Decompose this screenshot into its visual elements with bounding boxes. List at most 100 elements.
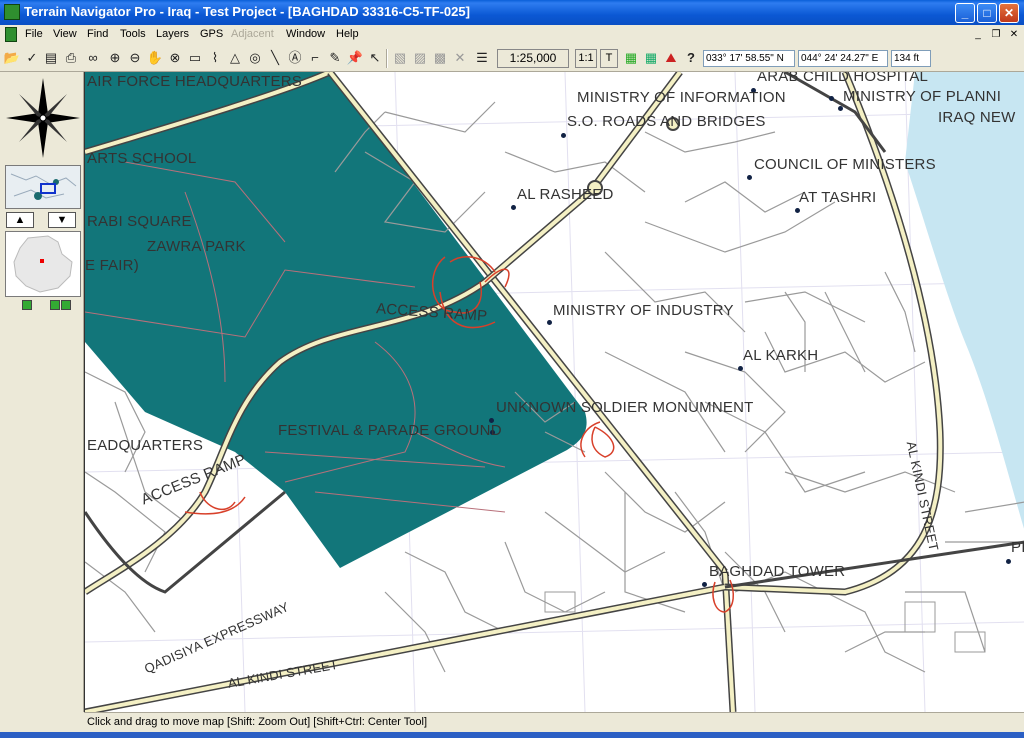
zoom-out-icon[interactable]: ⊖ — [126, 49, 144, 67]
text-button[interactable]: T — [600, 49, 618, 68]
app-window: Terrain Navigator Pro - Iraq - Test Proj… — [0, 0, 1024, 738]
terrain-shade-icon[interactable]: ▦ — [642, 49, 660, 67]
map-label-air-force-hq[interactable]: AIR FORCE HEADQUARTERS — [87, 73, 302, 90]
latitude-field: 033° 17' 58.55" N — [703, 50, 795, 67]
layer-icon: ▨ — [413, 50, 427, 65]
maximize-button[interactable]: □ — [977, 3, 997, 23]
status-text: Click and drag to move map [Shift: Zoom … — [87, 716, 428, 728]
map-label-pi[interactable]: PI — [1011, 539, 1024, 556]
map-label-council-of-ministers[interactable]: COUNCIL OF MINISTERS — [754, 156, 936, 173]
mdi-close-button[interactable]: ✕ — [1006, 28, 1022, 42]
menu-help[interactable]: Help — [336, 28, 359, 40]
poi-marker[interactable] — [547, 320, 552, 325]
ratio-button[interactable]: 1:1 — [575, 49, 597, 68]
map-label-al-rasheed[interactable]: AL RASHEED — [517, 186, 613, 203]
close-button[interactable]: ✕ — [999, 3, 1019, 23]
triangle-icon[interactable]: △ — [226, 49, 244, 67]
map-label-iraq-new[interactable]: IRAQ NEW — [938, 109, 1015, 126]
route-icon: ▧ — [393, 50, 407, 65]
poi-marker[interactable] — [738, 366, 743, 371]
binoculars-icon[interactable]: ∞ — [84, 49, 102, 67]
app-icon — [4, 4, 20, 20]
map-label-al-karkh[interactable]: AL KARKH — [743, 347, 818, 364]
open-folder-icon[interactable]: 📂 — [3, 49, 21, 67]
scroll-up-button[interactable]: ▲ — [6, 212, 34, 228]
zoom-in-icon[interactable]: ⊕ — [106, 49, 124, 67]
poi-marker[interactable] — [795, 208, 800, 213]
lines-icon[interactable]: ☰ — [473, 49, 491, 67]
maptech-logo-icon[interactable]: ⛰ — [662, 49, 680, 67]
split-view-button-2[interactable] — [61, 300, 71, 310]
building-outlines — [544, 591, 986, 653]
map-label-at-tashri[interactable]: AT TASHRI — [799, 189, 876, 206]
profile-icon[interactable]: ⌇ — [206, 49, 224, 67]
poi-marker[interactable] — [829, 96, 834, 101]
map-label-festival-parade[interactable]: FESTIVAL & PARADE GROUND — [278, 422, 502, 439]
print-preview-icon[interactable]: ▤ — [42, 49, 60, 67]
navigation-panel: ▲ ▼ — [0, 72, 84, 712]
taskbar-edge — [0, 732, 1024, 738]
delete-icon: ✕ — [454, 50, 466, 65]
check-icon[interactable]: ✓ — [23, 49, 41, 67]
poi-marker[interactable] — [747, 175, 752, 180]
menu-layers[interactable]: Layers — [156, 28, 189, 40]
scale-display[interactable]: 1:25,000 — [497, 49, 569, 68]
map-view[interactable]: AIR FORCE HEADQUARTERS ARTS SCHOOL RABI … — [84, 72, 1024, 712]
map-label-roads-and-bridges[interactable]: S.O. ROADS AND BRIDGES — [567, 113, 766, 130]
map-label-unknown-soldier[interactable]: UNKNOWN SOLDIER MONUMNENT — [496, 399, 754, 416]
layer-toggle-button[interactable] — [22, 300, 32, 310]
arrow-select-icon[interactable]: ↖ — [366, 49, 384, 67]
map-label-arts-school[interactable]: ARTS SCHOOL — [87, 150, 196, 167]
measure-icon[interactable]: ⌐ — [306, 49, 324, 67]
map-label-fair[interactable]: E FAIR) — [85, 257, 139, 274]
map-label-headquarters[interactable]: EADQUARTERS — [87, 437, 203, 454]
status-bar: Click and drag to move map [Shift: Zoom … — [84, 712, 1024, 732]
scroll-down-button[interactable]: ▼ — [48, 212, 76, 228]
menu-find[interactable]: Find — [87, 28, 108, 40]
menu-adjacent: Adjacent — [231, 28, 274, 40]
toolbar: 📂 ✓ ▤ ⎙ ∞ ⊕ ⊖ ✋ ⊗ ▭ ⌇ △ ◎ ╲ Ⓐ ⌐ ✎ 📌 ↖ ▧ … — [0, 45, 1024, 72]
text-tool-icon[interactable]: Ⓐ — [286, 49, 304, 67]
menu-view[interactable]: View — [53, 28, 77, 40]
target-icon[interactable]: ◎ — [246, 49, 264, 67]
print-icon[interactable]: ⎙ — [62, 49, 80, 67]
terrain-icon: ▩ — [433, 50, 447, 65]
mdi-restore-button[interactable]: ❐ — [988, 28, 1004, 42]
poi-marker[interactable] — [511, 205, 516, 210]
map-label-zawra-park[interactable]: ZAWRA PARK — [147, 238, 246, 255]
pencil-icon[interactable]: ✎ — [326, 49, 344, 67]
menu-window[interactable]: Window — [286, 28, 325, 40]
map-label-ministry-of-planning[interactable]: MINISTRY OF PLANNI — [843, 88, 1001, 105]
menu-gps[interactable]: GPS — [200, 28, 223, 40]
line-icon[interactable]: ╲ — [266, 49, 284, 67]
document-icon[interactable] — [5, 27, 17, 42]
map-label-ministry-of-information[interactable]: MINISTRY OF INFORMATION — [577, 89, 786, 106]
map-label-rabi-square[interactable]: RABI SQUARE — [87, 213, 192, 230]
elevation-field: 134 ft — [891, 50, 931, 67]
compass-rose-icon — [6, 78, 80, 158]
mdi-minimize-button[interactable]: _ — [970, 28, 986, 42]
overview-map[interactable] — [5, 165, 81, 209]
menu-tools[interactable]: Tools — [120, 28, 146, 40]
menu-bar: File View Find Tools Layers GPS Adjacent… — [0, 25, 1024, 45]
map-label-baghdad-tower[interactable]: BAGHDAD TOWER — [709, 563, 845, 580]
menu-file[interactable]: File — [25, 28, 43, 40]
hand-pan-icon[interactable]: ✋ — [146, 49, 164, 67]
poi-marker[interactable] — [838, 106, 843, 111]
window-title: Terrain Navigator Pro - Iraq - Test Proj… — [24, 4, 470, 19]
help-button[interactable]: ? — [682, 49, 700, 67]
split-view-button[interactable] — [50, 300, 60, 310]
pushpin-icon[interactable]: 📌 — [346, 49, 364, 67]
center-icon[interactable]: ⊗ — [166, 49, 184, 67]
ruler-icon[interactable]: ▭ — [186, 49, 204, 67]
poi-marker[interactable] — [561, 133, 566, 138]
minimize-button[interactable]: _ — [955, 3, 975, 23]
toolbar-separator — [386, 49, 388, 68]
poi-marker[interactable] — [702, 582, 707, 587]
poi-marker[interactable] — [1006, 559, 1011, 564]
map-label-ministry-of-industry[interactable]: MINISTRY OF INDUSTRY — [553, 302, 734, 319]
country-map[interactable] — [5, 231, 81, 297]
map-label-arab-child-hospital[interactable]: ARAB CHILD HOSPITAL — [757, 72, 928, 85]
grid-green-icon[interactable]: ▦ — [622, 49, 640, 67]
title-bar[interactable]: Terrain Navigator Pro - Iraq - Test Proj… — [0, 0, 1024, 25]
